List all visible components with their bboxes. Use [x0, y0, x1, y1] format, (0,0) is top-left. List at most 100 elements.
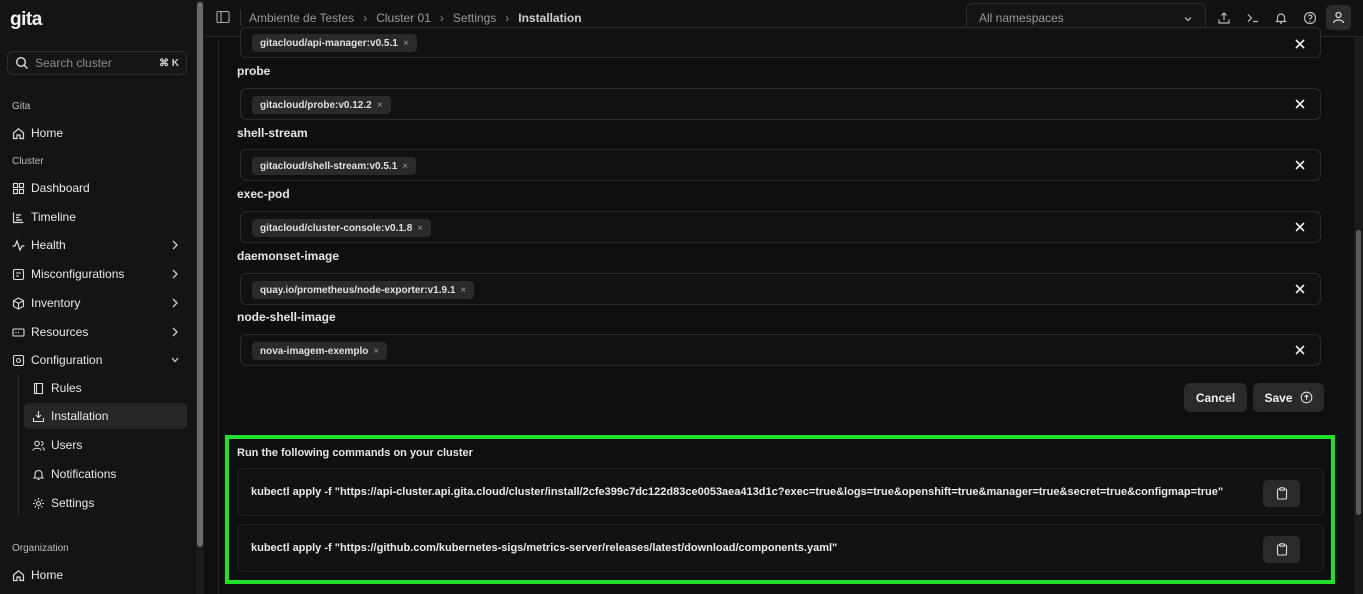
logo[interactable]: gita: [10, 9, 42, 31]
sidebar-item-settings[interactable]: Settings: [24, 490, 187, 516]
image-chip: quay.io/prometheus/node-exporter:v1.9.1 …: [252, 281, 475, 299]
image-field-shell-stream[interactable]: gitacloud/shell-stream:v0.5.1 ×: [240, 149, 1321, 181]
sidebar: gita Search cluster ⌘ K Gita Home Cluste…: [0, 0, 196, 594]
breadcrumb-separator-icon: ›: [505, 11, 510, 25]
misconfig-icon: [12, 268, 25, 281]
image-chip: gitacloud/probe:v0.12.2 ×: [252, 96, 391, 114]
sidebar-item-configuration[interactable]: Configuration: [6, 347, 187, 373]
sidebar-item-label: Home: [31, 126, 64, 140]
chip-remove-icon[interactable]: ×: [377, 100, 383, 111]
clear-icon[interactable]: [1294, 283, 1306, 295]
breadcrumb-item[interactable]: Cluster 01: [376, 11, 431, 25]
clear-icon[interactable]: [1294, 159, 1306, 171]
chevron-down-icon: [1184, 17, 1192, 22]
search-icon: [15, 56, 28, 69]
chip-label: gitacloud/probe:v0.12.2: [260, 99, 372, 111]
divider: [240, 10, 241, 26]
field-label-daemonset-image: daemonset-image: [237, 249, 340, 263]
image-field-api-manager[interactable]: gitacloud/api-manager:v0.5.1 ×: [240, 27, 1321, 58]
clear-icon[interactable]: [1294, 344, 1306, 356]
home-icon: [12, 569, 25, 582]
sidebar-item-rules[interactable]: Rules: [24, 375, 187, 401]
avatar[interactable]: [1326, 5, 1351, 30]
copy-button[interactable]: [1263, 536, 1300, 563]
search-input[interactable]: Search cluster ⌘ K: [7, 51, 187, 75]
resources-icon: [12, 326, 25, 339]
image-field-probe[interactable]: gitacloud/probe:v0.12.2 ×: [240, 88, 1321, 120]
image-field-daemonset-image[interactable]: quay.io/prometheus/node-exporter:v1.9.1 …: [240, 273, 1321, 305]
image-field-exec-pod[interactable]: gitacloud/cluster-console:v0.1.8 ×: [240, 211, 1321, 243]
breadcrumb-item[interactable]: Ambiente de Testes: [249, 11, 354, 25]
sidebar-item-health[interactable]: Health: [6, 232, 187, 258]
chevron-right-icon: [172, 298, 178, 308]
chip-label: gitacloud/cluster-console:v0.1.8: [260, 222, 413, 234]
bell-icon[interactable]: [1271, 8, 1291, 28]
sidebar-item-resources[interactable]: Resources: [6, 319, 187, 345]
command-text[interactable]: kubectl apply -f "https://github.com/kub…: [251, 542, 837, 554]
users-icon: [32, 439, 45, 452]
namespace-select-value: All namespaces: [979, 11, 1064, 25]
scrollbar-thumb[interactable]: [197, 2, 203, 547]
sidebar-item-home[interactable]: Home: [6, 120, 187, 146]
sidebar-item-installation[interactable]: Installation: [24, 403, 187, 429]
clipboard-icon: [1276, 487, 1287, 500]
clear-icon[interactable]: [1294, 38, 1306, 50]
chip-label: gitacloud/api-manager:v0.5.1: [260, 37, 398, 49]
sidebar-item-label: Home: [31, 568, 64, 582]
book-icon: [32, 382, 45, 395]
upload-icon[interactable]: [1214, 8, 1234, 28]
sidebar-item-org-home[interactable]: Home: [6, 562, 187, 588]
save-button[interactable]: Save: [1253, 383, 1324, 412]
sidebar-item-label: Misconfigurations: [31, 267, 125, 281]
save-button-label: Save: [1264, 390, 1293, 405]
chip-remove-icon[interactable]: ×: [402, 161, 408, 172]
command-row: kubectl apply -f "https://api-cluster.ap…: [237, 468, 1324, 516]
chevron-right-icon: [172, 240, 178, 250]
sidebar-item-label: Installation: [51, 409, 109, 423]
chip-label: nova-imagem-exemplo: [260, 345, 369, 357]
chip-label: gitacloud/shell-stream:v0.5.1: [260, 160, 398, 172]
config-icon: [12, 354, 25, 367]
chip-remove-icon[interactable]: ×: [403, 38, 409, 49]
submenu-guide-line: [18, 374, 19, 516]
chip-remove-icon[interactable]: ×: [373, 346, 379, 357]
help-icon[interactable]: [1300, 8, 1320, 28]
breadcrumb-separator-icon: ›: [439, 11, 444, 25]
terminal-icon[interactable]: [1243, 8, 1263, 28]
commands-title: Run the following commands on your clust…: [237, 447, 473, 459]
field-label-shell-stream: shell-stream: [237, 126, 308, 140]
sidebar-item-notifications[interactable]: Notifications: [24, 461, 187, 487]
command-text[interactable]: kubectl apply -f "https://api-cluster.ap…: [251, 486, 1223, 498]
sidebar-item-dashboard[interactable]: Dashboard: [6, 175, 187, 201]
scrollbar-thumb[interactable]: [1356, 230, 1361, 515]
sidebar-item-timeline[interactable]: Timeline: [6, 204, 187, 230]
sidebar-item-label: Users: [51, 438, 83, 452]
sidebar-toggle-icon[interactable]: [216, 10, 230, 24]
breadcrumb-separator-icon: ›: [363, 11, 368, 25]
command-row: kubectl apply -f "https://github.com/kub…: [237, 524, 1324, 572]
sidebar-item-users[interactable]: Users: [24, 432, 187, 458]
cancel-button[interactable]: Cancel: [1184, 383, 1247, 412]
main-scrollbar[interactable]: [1354, 37, 1363, 594]
image-field-node-shell-image[interactable]: nova-imagem-exemplo ×: [240, 334, 1321, 366]
clipboard-icon: [1276, 543, 1287, 556]
timeline-icon: [12, 211, 25, 224]
image-chip: gitacloud/cluster-console:v0.1.8 ×: [252, 219, 432, 237]
sidebar-scrollbar[interactable]: [196, 0, 204, 594]
sidebar-item-misconfigurations[interactable]: Misconfigurations: [6, 261, 187, 287]
clear-icon[interactable]: [1294, 221, 1306, 233]
clear-icon[interactable]: [1294, 98, 1306, 110]
field-label-exec-pod: exec-pod: [237, 187, 290, 201]
chip-label: quay.io/prometheus/node-exporter:v1.9.1: [260, 284, 456, 296]
chip-remove-icon[interactable]: ×: [417, 223, 423, 234]
sidebar-item-label: Health: [31, 238, 66, 252]
sidebar-item-inventory[interactable]: Inventory: [6, 290, 187, 316]
breadcrumb-item[interactable]: Settings: [453, 11, 496, 25]
chip-remove-icon[interactable]: ×: [460, 285, 466, 296]
home-icon: [12, 127, 25, 140]
bell-icon: [32, 468, 45, 481]
section-label-organization: Organization: [12, 543, 69, 554]
copy-button[interactable]: [1263, 480, 1300, 507]
breadcrumb: Ambiente de Testes › Cluster 01 › Settin…: [249, 11, 582, 25]
field-label-probe: probe: [237, 64, 271, 78]
